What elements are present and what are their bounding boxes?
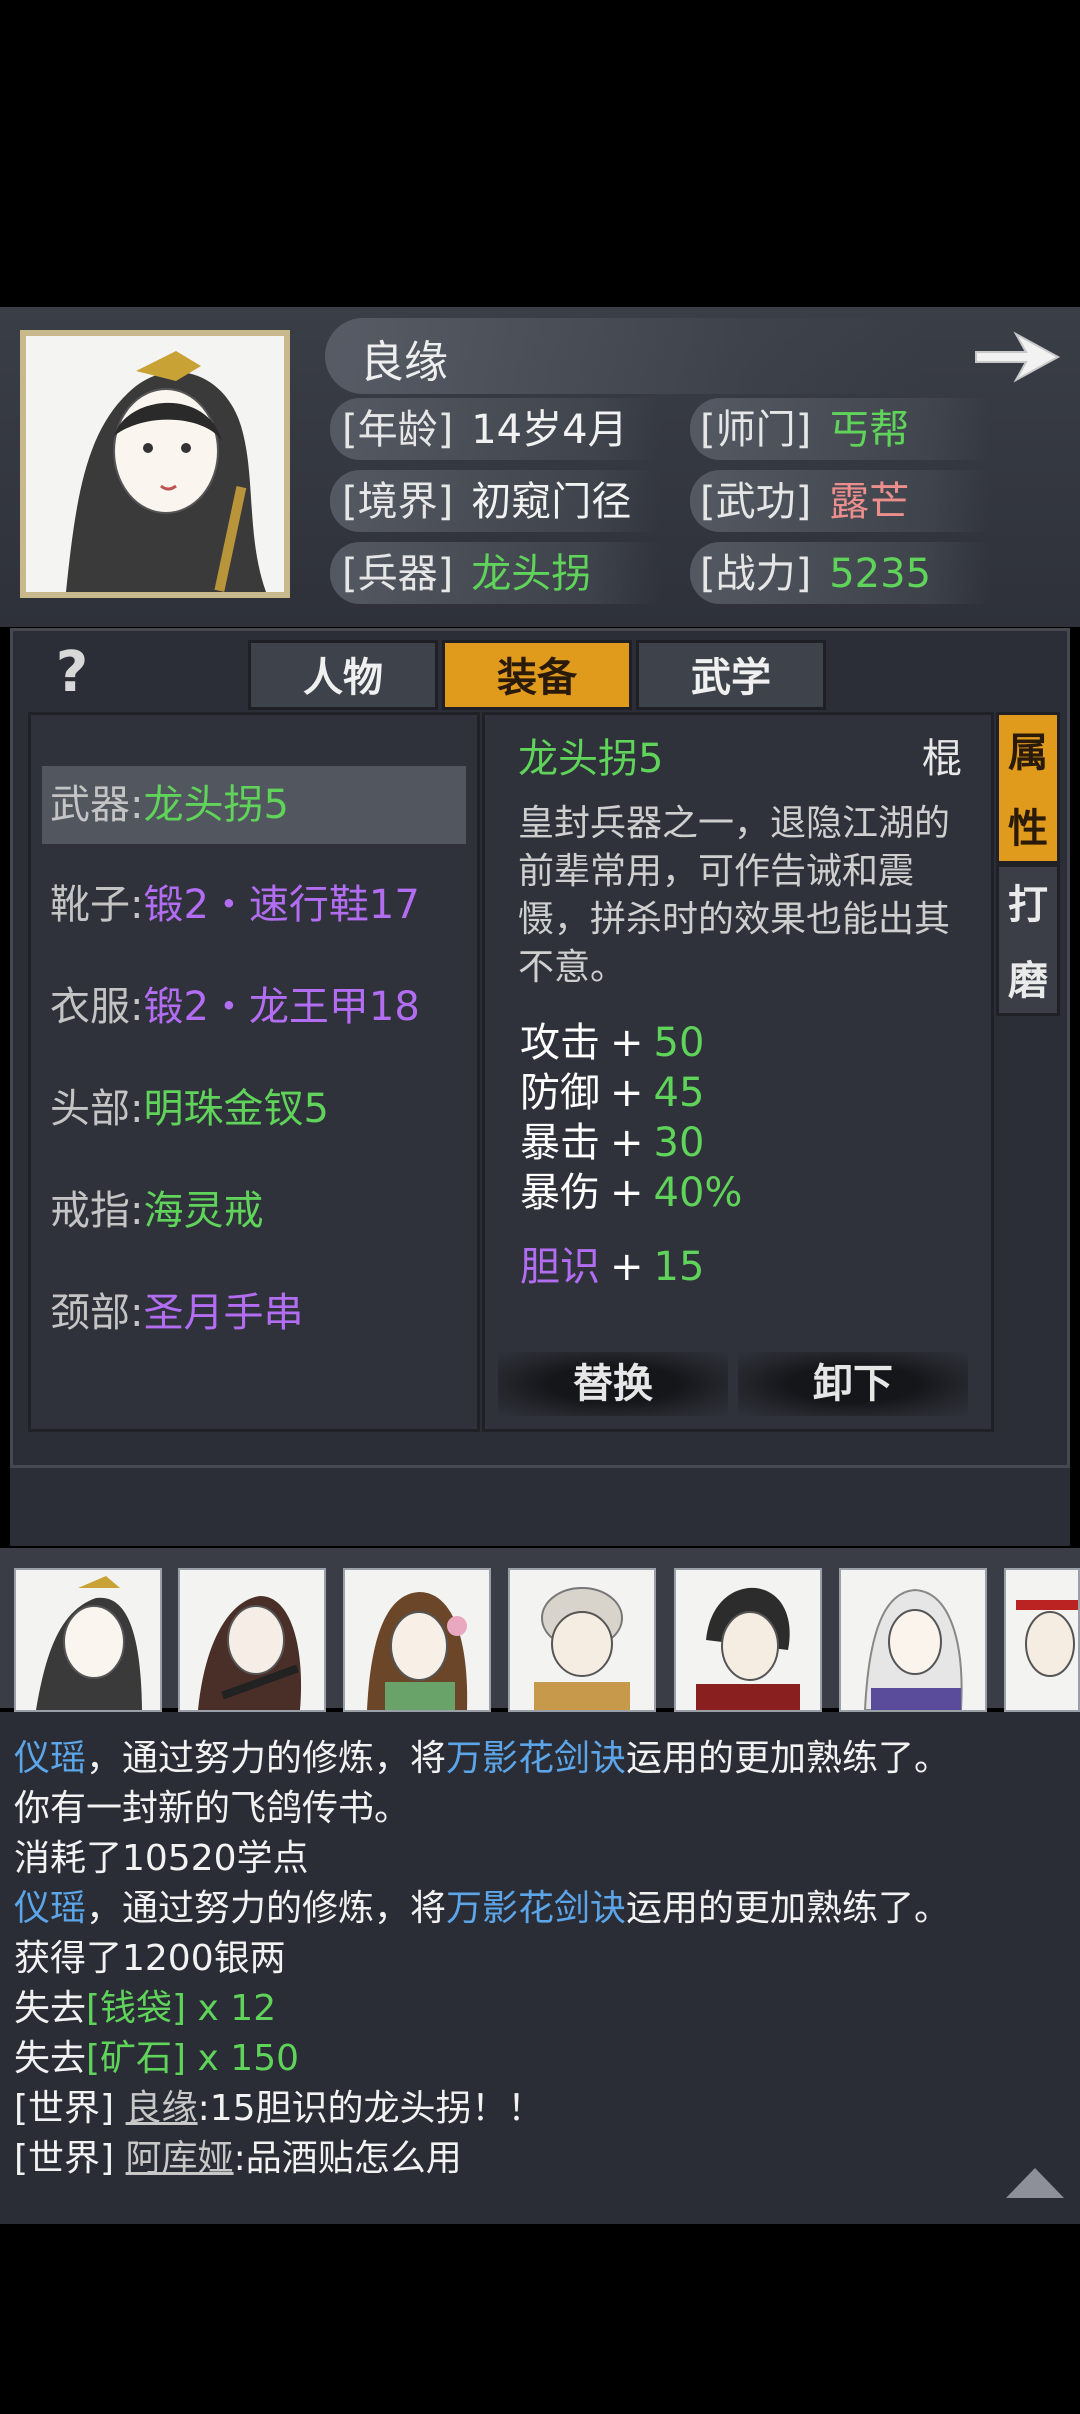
slot-head[interactable]: 头部:明珠金钗5 <box>42 1070 466 1148</box>
stat-weapon: [兵器] 龙头拐 <box>342 551 592 597</box>
chat-text: [矿石] x 150 <box>86 2038 300 2079</box>
attr-defense: 防御 +45 <box>520 1070 705 1116</box>
chat-text: 获得了1200银两 <box>14 1938 286 1979</box>
companion-avatar[interactable] <box>674 1568 822 1712</box>
highlight-text: 万影花剑诀 <box>446 1888 627 1929</box>
next-character-arrow-icon[interactable] <box>970 322 1066 392</box>
attr-crit: 暴击 +30 <box>520 1120 705 1166</box>
character-portrait <box>20 330 290 598</box>
chat-line: 获得了1200银两 <box>14 1934 286 1984</box>
chat-line: [世界] 良缘:15胆识的龙头拐！！ <box>14 2084 544 2134</box>
chat-text: [世界] <box>14 2088 126 2129</box>
tab-character[interactable]: 人物 <box>248 640 438 710</box>
slot-ring[interactable]: 戒指:海灵戒 <box>42 1172 466 1250</box>
item-description: 皇封兵器之一，退隐江湖的前辈常用，可作告诫和震慑，拼杀时的效果也能出其不意。 <box>518 803 951 988</box>
chat-log: 仪瑶，通过努力的修炼，将万影花剑诀运用的更加熟练了。 你有一封新的飞鸽传书。 消耗了… <box>0 1712 1080 2224</box>
chat-text: 运用的更加熟练了。 <box>626 1888 951 1929</box>
slot-boots[interactable]: 靴子:锻2・速行鞋17 <box>42 866 466 944</box>
highlight-text: 仪瑶 <box>14 1738 87 1779</box>
stat-age: [年龄] 14岁4月 <box>342 407 628 453</box>
chat-text: 运用的更加熟练了。 <box>626 1738 951 1779</box>
tab-equipment[interactable]: 装备 <box>442 640 632 710</box>
attr-bonus-courage: 胆识 +15 <box>520 1244 705 1290</box>
help-icon[interactable]: ? <box>42 640 102 706</box>
chat-line: 你有一封新的飞鸽传书。 <box>14 1784 410 1834</box>
chat-line: 失去[矿石] x 150 <box>14 2034 299 2084</box>
companion-avatar[interactable] <box>178 1568 326 1712</box>
slot-weapon[interactable]: 武器:龙头拐5 <box>42 766 466 844</box>
chat-text: 失去 <box>14 2038 87 2079</box>
chat-text: 消耗了10520学点 <box>14 1838 309 1879</box>
companion-avatar[interactable] <box>839 1568 987 1712</box>
chat-line: 失去[钱袋] x 12 <box>14 1984 276 2034</box>
companion-avatar[interactable] <box>1004 1568 1080 1712</box>
slot-neck[interactable]: 颈部:圣月手串 <box>42 1274 466 1352</box>
panel-footer <box>10 1468 1070 1546</box>
player-name-link[interactable]: 良缘 <box>126 2088 198 2129</box>
replace-button[interactable]: 替换 <box>498 1352 728 1416</box>
highlight-text: 万影花剑诀 <box>446 1738 627 1779</box>
chat-line: [世界] 阿库娅:品酒贴怎么用 <box>14 2134 462 2184</box>
unequip-button[interactable]: 卸下 <box>738 1352 968 1416</box>
chat-text: :品酒贴怎么用 <box>233 2138 462 2179</box>
chat-text: [世界] <box>14 2138 126 2179</box>
stat-power: [战力] 5235 <box>700 551 932 597</box>
stat-martial: [武功] 露芒 <box>700 479 910 525</box>
stat-realm: [境界] 初窥门径 <box>342 479 632 525</box>
side-tab-polish[interactable]: 打磨 <box>996 864 1060 1016</box>
slot-clothes[interactable]: 衣服:锻2・龙王甲18 <box>42 968 466 1046</box>
player-name-link[interactable]: 阿库娅 <box>126 2138 234 2179</box>
chat-text: 失去 <box>14 1988 87 2029</box>
highlight-text: 仪瑶 <box>14 1888 87 1929</box>
stat-sect: [师门] 丐帮 <box>700 407 910 453</box>
chat-line: 仪瑶，通过努力的修炼，将万影花剑诀运用的更加熟练了。 <box>14 1734 950 1784</box>
triangle-up-icon[interactable] <box>1004 2164 1066 2200</box>
chat-line: 仪瑶，通过努力的修炼，将万影花剑诀运用的更加熟练了。 <box>14 1884 950 1934</box>
attr-attack: 攻击 +50 <box>520 1020 705 1066</box>
companion-avatar[interactable] <box>14 1568 162 1712</box>
chat-text: ，通过努力的修炼，将 <box>86 1738 447 1779</box>
chat-text: 你有一封新的飞鸽传书。 <box>14 1788 411 1829</box>
character-name: 良缘 <box>360 337 448 388</box>
companion-avatar[interactable] <box>343 1568 491 1712</box>
chat-text: ，通过努力的修炼，将 <box>86 1888 447 1929</box>
item-type: 棍 <box>922 736 962 782</box>
chat-line: 消耗了10520学点 <box>14 1834 309 1884</box>
tab-martial-arts[interactable]: 武学 <box>636 640 826 710</box>
side-tab-attributes[interactable]: 属性 <box>996 712 1060 864</box>
attr-crit-damage: 暴伤 +40% <box>520 1170 743 1216</box>
companion-avatar[interactable] <box>508 1568 656 1712</box>
chat-text: :15胆识的龙头拐！！ <box>197 2088 544 2129</box>
item-name: 龙头拐5 <box>518 736 664 782</box>
chat-text: [钱袋] x 12 <box>86 1988 277 2029</box>
